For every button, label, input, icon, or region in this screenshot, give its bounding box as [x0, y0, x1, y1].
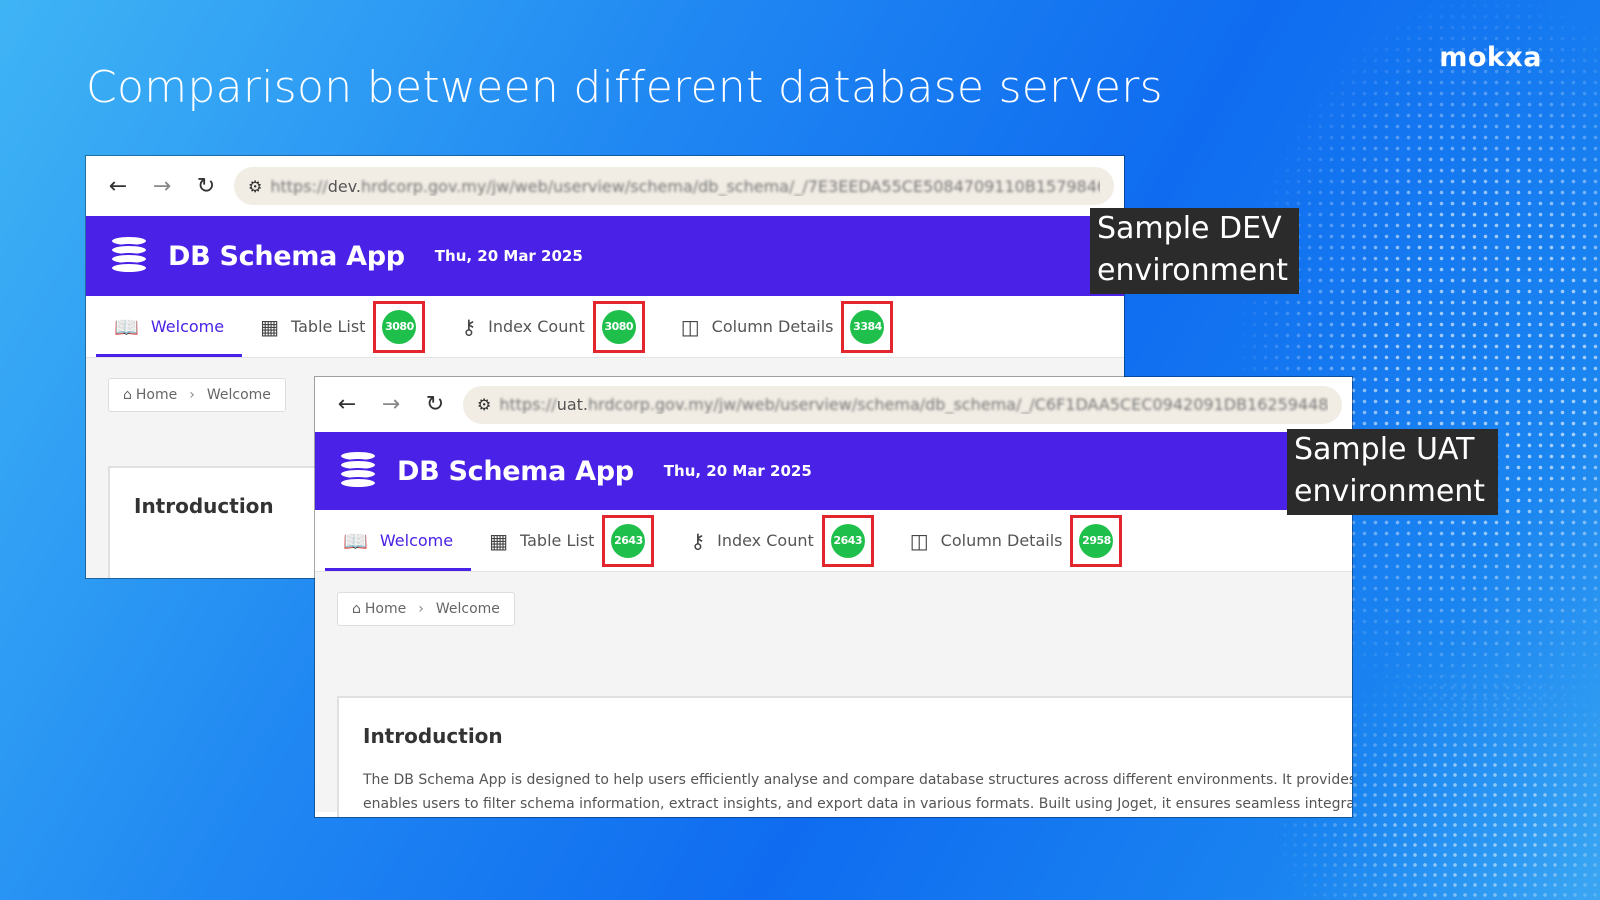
- uat-browser-window: ← → ↻ ⚙ https://uat.hrdcorp.gov.my/jw/we…: [315, 377, 1352, 817]
- address-bar[interactable]: ⚙ https://uat.hrdcorp.gov.my/jw/web/user…: [463, 385, 1342, 424]
- breadcrumb-current: Welcome: [206, 387, 271, 403]
- highlight-box: 3384: [841, 300, 894, 353]
- tab-index-count[interactable]: ⚷ Index Count 2643: [672, 510, 891, 571]
- slide-title: Comparison between different database se…: [86, 62, 1163, 113]
- uat-environment-label: Sample UAT environment: [1287, 429, 1498, 515]
- book-open-icon: 📖: [114, 314, 139, 339]
- breadcrumb: ⌂ Home › Welcome: [108, 378, 286, 412]
- app-header: DB Schema App Thu, 20 Mar 2025: [86, 216, 1124, 296]
- back-arrow-icon[interactable]: ←: [325, 392, 369, 417]
- count-badge: 2643: [611, 523, 646, 558]
- url-text: https://uat.hrdcorp.gov.my/jw/web/uservi…: [499, 395, 1328, 414]
- forward-arrow-icon[interactable]: →: [369, 392, 413, 417]
- highlight-box: 2958: [1070, 514, 1123, 567]
- breadcrumb-current: Welcome: [435, 601, 500, 617]
- intro-text: The DB Schema App is designed to help us…: [339, 748, 1352, 816]
- tab-label: Column Details: [711, 317, 834, 336]
- tab-label: Table List: [291, 317, 366, 336]
- highlight-box: 3080: [592, 300, 645, 353]
- columns-icon: ◫: [909, 528, 929, 553]
- highlight-box: 2643: [602, 514, 655, 567]
- highlight-box: 2643: [821, 514, 874, 567]
- tab-column-details[interactable]: ◫ Column Details 3384: [663, 296, 912, 357]
- tab-label: Column Details: [940, 531, 1063, 550]
- database-icon: [110, 235, 148, 277]
- count-badge: 3384: [850, 309, 885, 344]
- highlight-box: 3080: [373, 300, 426, 353]
- tab-welcome[interactable]: 📖 Welcome: [325, 510, 472, 571]
- url-prefix: https://: [499, 395, 557, 414]
- url-prefix: https://: [270, 176, 328, 196]
- tab-table-list[interactable]: ▦ Table List 2643: [471, 510, 672, 571]
- tab-index-count[interactable]: ⚷ Index Count 3080: [443, 296, 662, 357]
- database-icon: [339, 450, 377, 492]
- count-badge: 2643: [830, 523, 865, 558]
- count-badge: 3080: [601, 309, 636, 344]
- count-badge: 2958: [1079, 523, 1114, 558]
- count-badge: 3080: [382, 309, 417, 344]
- intro-line-1: The DB Schema App is designed to help us…: [363, 772, 1352, 788]
- tab-label: Index Count: [717, 531, 814, 550]
- url-host: uat.: [556, 395, 589, 414]
- breadcrumb-home[interactable]: Home: [365, 601, 406, 617]
- dev-environment-label: Sample DEV environment: [1090, 208, 1299, 294]
- url-path: hrdcorp.gov.my/jw/web/userview/schema/db…: [588, 395, 1328, 414]
- app-title: DB Schema App: [397, 455, 634, 487]
- browser-toolbar: ← → ↻ ⚙ https://dev.hrdcorp.gov.my/jw/we…: [86, 156, 1124, 216]
- forward-arrow-icon[interactable]: →: [140, 174, 184, 199]
- book-open-icon: 📖: [343, 528, 368, 553]
- breadcrumb: ⌂ Home › Welcome: [337, 592, 515, 626]
- url-text: https://dev.hrdcorp.gov.my/jw/web/uservi…: [270, 177, 1100, 196]
- table-icon: ▦: [260, 314, 279, 339]
- breadcrumb-separator: ›: [418, 601, 424, 617]
- key-icon: ⚷: [690, 528, 706, 553]
- app-date: Thu, 20 Mar 2025: [434, 247, 583, 265]
- app-header: DB Schema App Thu, 20 Mar 2025: [315, 432, 1352, 510]
- reload-icon[interactable]: ↻: [413, 392, 457, 417]
- breadcrumb-separator: ›: [189, 387, 195, 403]
- tune-icon[interactable]: ⚙: [477, 395, 491, 414]
- back-arrow-icon[interactable]: ←: [96, 174, 140, 199]
- tab-bar: 📖 Welcome ▦ Table List 2643 ⚷ Index Coun…: [315, 510, 1352, 572]
- intro-line-2: enables users to filter schema informati…: [363, 796, 1352, 812]
- intro-card: Introduction The DB Schema App is design…: [337, 696, 1352, 817]
- tab-bar: 📖 Welcome ▦ Table List 3080 ⚷ Index Coun…: [86, 296, 1124, 358]
- home-icon: ⌂: [123, 387, 132, 403]
- app-date: Thu, 20 Mar 2025: [663, 462, 812, 480]
- tab-column-details[interactable]: ◫ Column Details 2958: [892, 510, 1141, 571]
- app-title: DB Schema App: [168, 240, 405, 272]
- tab-welcome[interactable]: 📖 Welcome: [96, 296, 243, 357]
- tune-icon[interactable]: ⚙: [248, 177, 262, 196]
- url-host: dev.: [327, 176, 362, 196]
- tab-table-list[interactable]: ▦ Table List 3080: [242, 296, 443, 357]
- browser-toolbar: ← → ↻ ⚙ https://uat.hrdcorp.gov.my/jw/we…: [315, 377, 1352, 432]
- url-path: hrdcorp.gov.my/jw/web/userview/schema/db…: [361, 176, 1100, 196]
- columns-icon: ◫: [680, 314, 700, 339]
- table-icon: ▦: [489, 528, 508, 553]
- mokxa-logo: mokxa: [1439, 42, 1542, 73]
- address-bar[interactable]: ⚙ https://dev.hrdcorp.gov.my/jw/web/user…: [234, 167, 1114, 205]
- tab-label: Welcome: [150, 317, 225, 336]
- key-icon: ⚷: [461, 314, 477, 339]
- intro-title: Introduction: [363, 724, 503, 748]
- home-icon: ⌂: [352, 601, 361, 617]
- tab-label: Table List: [520, 531, 595, 550]
- breadcrumb-home[interactable]: Home: [136, 387, 177, 403]
- page-content: ⌂ Home › Welcome Introduction The DB Sch…: [315, 572, 1352, 817]
- tab-label: Index Count: [488, 317, 585, 336]
- tab-label: Welcome: [379, 531, 454, 550]
- reload-icon[interactable]: ↻: [184, 174, 228, 199]
